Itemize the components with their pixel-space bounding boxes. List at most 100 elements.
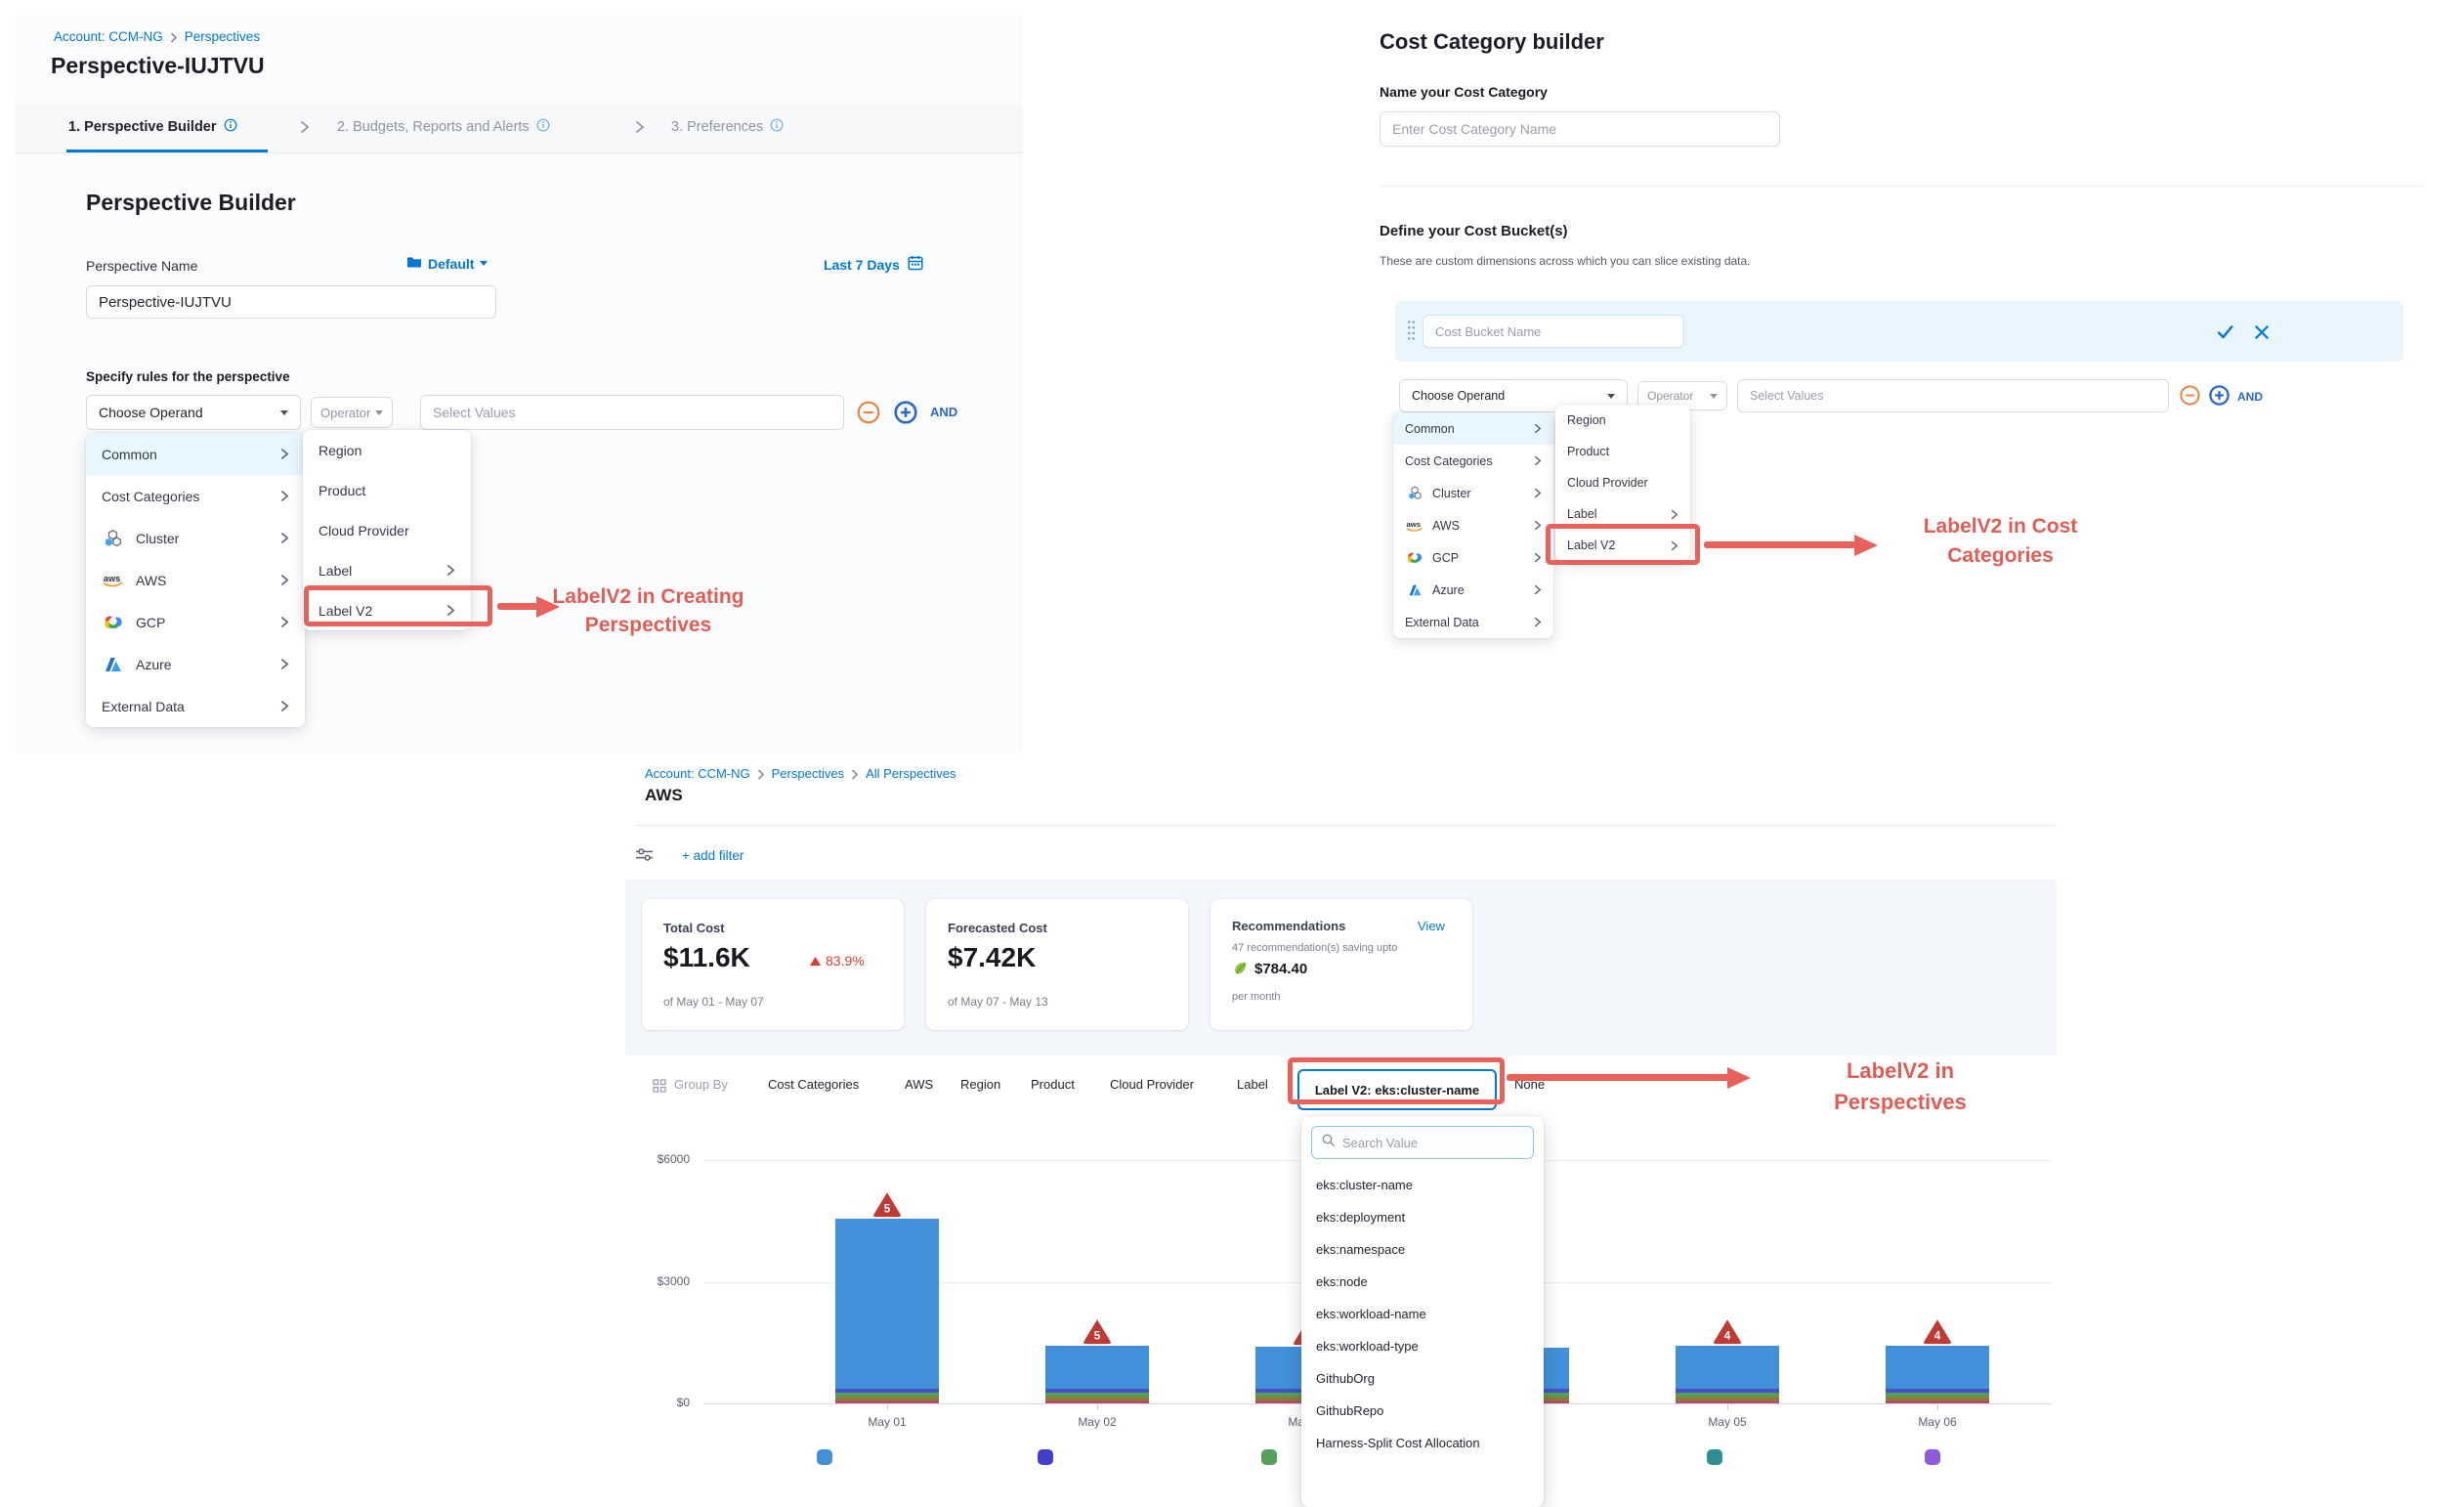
annotation-line: LabelV2 in Cost <box>1886 512 2115 541</box>
value-list: eks:cluster-nameeks:deploymenteks:namesp… <box>1301 1169 1544 1459</box>
y-axis-label: $3000 <box>606 1274 690 1288</box>
menu-item-common[interactable]: Common <box>1393 412 1553 445</box>
common-submenu: Region Product Cloud Provider Label Labe… <box>303 430 471 630</box>
annotation-creating-perspectives: LabelV2 in Creating Perspectives <box>543 582 753 639</box>
menu-item-label: Product <box>1567 445 1609 458</box>
menu-item-label: Region <box>1567 413 1606 427</box>
menu-item-label: External Data <box>1405 616 1479 629</box>
anomaly-badge[interactable]: 4 <box>1922 1317 1953 1350</box>
menu-item-label: Label <box>1567 507 1597 521</box>
chevron-right-icon <box>280 616 289 628</box>
chevron-right-icon <box>1534 584 1542 595</box>
menu-item-label: GCP <box>136 615 165 630</box>
submenu-item-label-v2[interactable]: Label V2 <box>303 590 471 630</box>
search-value-input[interactable] <box>1342 1136 1524 1150</box>
segment-maroon <box>1045 1400 1149 1403</box>
value-option[interactable]: eks:cluster-name <box>1301 1169 1544 1201</box>
menu-item-label: Azure <box>136 657 172 672</box>
menu-item-label: Label V2 <box>319 603 372 619</box>
azure-icon <box>102 656 125 673</box>
annotation-line: Perspectives <box>543 611 753 639</box>
submenu-item-region[interactable]: Region <box>1555 405 1690 436</box>
anomaly-badge[interactable]: 5 <box>1082 1317 1113 1350</box>
bar-segment-main <box>1676 1346 1779 1389</box>
menu-item-aws[interactable]: aws AWS <box>86 559 305 601</box>
legend-swatch[interactable] <box>1261 1449 1277 1465</box>
chevron-right-icon <box>446 564 455 577</box>
chevron-right-icon <box>446 604 455 617</box>
menu-item-azure[interactable]: Azure <box>86 643 305 685</box>
submenu-item-cloud-provider[interactable]: Cloud Provider <box>303 510 471 550</box>
chevron-right-icon <box>280 700 289 712</box>
chart-bar[interactable] <box>1676 1346 1779 1403</box>
chevron-right-icon <box>280 448 289 460</box>
legend-swatch[interactable] <box>1925 1449 1940 1465</box>
legend-swatch[interactable] <box>817 1449 832 1465</box>
value-option[interactable]: eks:node <box>1301 1266 1544 1298</box>
submenu-item-product[interactable]: Product <box>1555 436 1690 467</box>
menu-item-cost-categories[interactable]: Cost Categories <box>1393 445 1553 477</box>
chevron-right-icon <box>1534 423 1542 434</box>
legend-swatch[interactable] <box>1707 1449 1722 1465</box>
legend-swatch[interactable] <box>1038 1449 1053 1465</box>
menu-item-cluster[interactable]: Cluster <box>86 517 305 559</box>
value-option[interactable]: GithubRepo <box>1301 1395 1544 1427</box>
bar-segment-main <box>1886 1346 1989 1389</box>
search-icon <box>1321 1133 1336 1152</box>
annotation-arrow <box>497 603 538 610</box>
x-axis-label: May 06 <box>1893 1415 1981 1429</box>
svg-text:4: 4 <box>1934 1330 1941 1343</box>
chevron-right-icon <box>1534 552 1542 563</box>
value-option[interactable]: eks:namespace <box>1301 1233 1544 1266</box>
menu-item-label: External Data <box>102 699 185 714</box>
groupby-label-v2-selected[interactable]: Label V2: eks:cluster-name <box>1297 1069 1497 1110</box>
anomaly-badge[interactable]: 4 <box>1712 1317 1743 1350</box>
value-option[interactable]: eks:deployment <box>1301 1201 1544 1233</box>
menu-item-cluster[interactable]: Cluster <box>1393 477 1553 509</box>
annotation-perspectives: LabelV2 in Perspectives <box>1788 1055 2013 1118</box>
menu-item-label: Cloud Provider <box>1567 476 1648 490</box>
menu-item-label: Product <box>319 483 365 498</box>
submenu-item-label[interactable]: Label <box>1555 498 1690 530</box>
chart-layer: $0$3000$60005May 015May 025May 03May 044… <box>0 0 2464 1495</box>
submenu-item-cloud-provider[interactable]: Cloud Provider <box>1555 467 1690 498</box>
annotation-line: LabelV2 in Creating <box>543 582 753 611</box>
value-option[interactable]: eks:workload-type <box>1301 1330 1544 1362</box>
value-option[interactable]: GithubOrg <box>1301 1362 1544 1395</box>
chevron-right-icon <box>1534 455 1542 466</box>
search-box <box>1311 1126 1534 1159</box>
submenu-item-label-v2[interactable]: Label V2 <box>1555 530 1690 561</box>
submenu-item-product[interactable]: Product <box>303 470 471 510</box>
submenu-item-label[interactable]: Label <box>303 550 471 590</box>
menu-item-common[interactable]: Common <box>86 433 305 475</box>
chevron-right-icon <box>280 532 289 544</box>
value-option[interactable]: Harness-Split Cost Allocation <box>1301 1427 1544 1459</box>
gcp-icon <box>1405 550 1424 565</box>
menu-item-label: Label V2 <box>1567 538 1615 552</box>
value-option[interactable]: eks:workload-name <box>1301 1298 1544 1330</box>
chevron-right-icon <box>280 658 289 670</box>
chart-bar[interactable] <box>1045 1346 1149 1403</box>
cluster-icon <box>102 528 125 549</box>
submenu-item-region[interactable]: Region <box>303 430 471 470</box>
menu-item-azure[interactable]: Azure <box>1393 574 1553 606</box>
menu-item-label: Common <box>1405 422 1455 436</box>
menu-item-label: GCP <box>1432 551 1459 565</box>
annotation-arrow-head <box>1854 535 1878 556</box>
svg-text:5: 5 <box>884 1202 891 1215</box>
x-axis-label: May 05 <box>1683 1415 1771 1429</box>
svg-text:aws: aws <box>1407 520 1422 529</box>
menu-item-aws[interactable]: aws AWS <box>1393 509 1553 541</box>
menu-item-label: AWS <box>1432 519 1460 533</box>
chevron-right-icon <box>1534 520 1542 531</box>
menu-item-gcp[interactable]: GCP <box>86 601 305 643</box>
menu-item-external-data[interactable]: External Data <box>86 685 305 727</box>
bar-segment-main <box>835 1219 939 1389</box>
menu-item-gcp[interactable]: GCP <box>1393 541 1553 574</box>
chevron-right-icon <box>280 490 289 502</box>
chart-bar[interactable] <box>1886 1346 1989 1403</box>
menu-item-cost-categories[interactable]: Cost Categories <box>86 475 305 517</box>
anomaly-badge[interactable]: 5 <box>871 1190 903 1223</box>
menu-item-external-data[interactable]: External Data <box>1393 606 1553 638</box>
chart-bar[interactable] <box>835 1219 939 1403</box>
